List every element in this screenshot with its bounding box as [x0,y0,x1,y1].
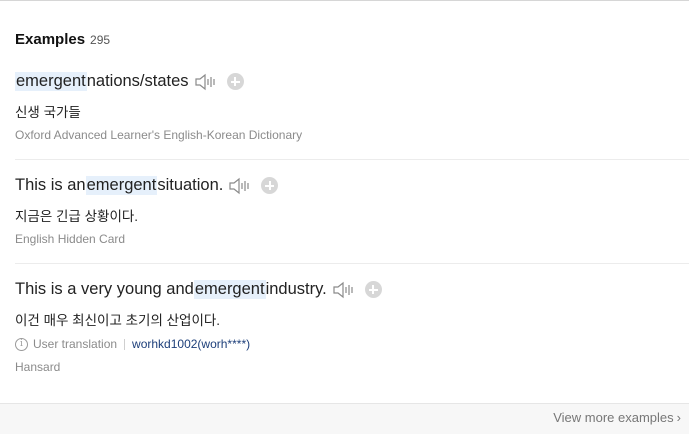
examples-header: Examples 295 [15,31,110,48]
sentence-keyword: emergent [85,176,158,195]
sentence-pre: This is an [15,176,86,194]
sentence-post: industry. [265,280,327,298]
sentence-keyword: emergent [15,72,87,91]
example-translation: 신생 국가들 [15,105,81,120]
divider [15,263,689,264]
example-source[interactable]: English Hidden Card [15,232,125,246]
sentence-keyword: emergent [193,280,266,299]
example-sentence: emergent nations/states [15,72,244,91]
user-translation-line: i User translation worhkd1002(worh****) [15,337,250,351]
top-border [0,0,689,1]
sentence-pre: This is a very young and [15,280,194,298]
divider [15,159,689,160]
separator [124,338,126,350]
view-more-link[interactable]: View more examples › [553,410,681,425]
speaker-icon[interactable] [194,73,217,91]
add-circle-icon[interactable] [364,281,382,298]
sentence-post: nations/states [86,72,189,90]
examples-count: 295 [90,33,111,47]
sentence-post: situation. [157,176,224,194]
example-sentence: This is an emergent situation. [15,176,279,195]
footer-bar: View more examples › [0,403,689,434]
view-more-label: View more examples [553,410,674,425]
user-translation-label: User translation [33,337,118,351]
add-circle-icon[interactable] [261,177,279,194]
user-id-link[interactable]: worhkd1002(worh****) [132,337,250,351]
example-sentence: This is a very young and emergent indust… [15,280,382,299]
chevron-right-icon: › [676,410,681,425]
add-circle-icon[interactable] [226,73,244,90]
example-translation: 이건 매우 최신이고 초기의 산업이다. [15,313,221,328]
examples-title: Examples [15,31,86,48]
speaker-icon[interactable] [229,177,251,195]
speaker-icon[interactable] [333,281,355,299]
example-source[interactable]: Oxford Advanced Learner's English-Korean… [15,128,302,142]
example-source[interactable]: Hansard [15,360,60,374]
info-icon[interactable]: i [15,337,28,351]
example-translation: 지금은 긴급 상황이다. [15,209,139,224]
